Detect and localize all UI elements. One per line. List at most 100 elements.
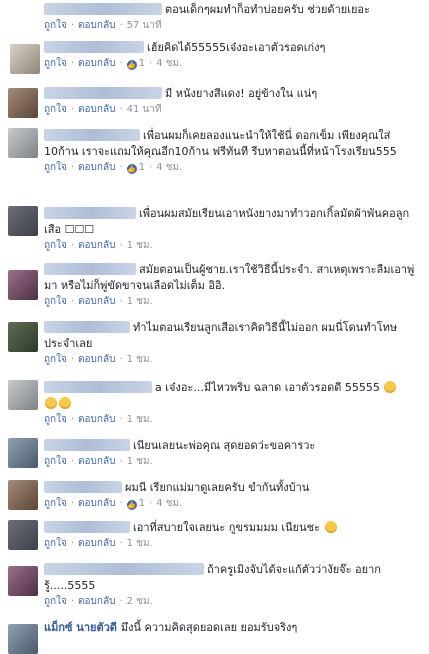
smile-emoji-icon <box>384 381 397 393</box>
reply-link[interactable]: ตอบกลับ <box>78 456 115 467</box>
blurred-name <box>44 41 144 53</box>
avatar[interactable] <box>10 44 40 74</box>
comment-text: มึงนี้ ความคิดสุดยอดเลย ยอมรับจริงๆ <box>120 621 298 634</box>
comment-body: ผมนี เรียกแม่มาดูเลยครับ ขำกันทั้งบ้าน ถ… <box>44 480 425 511</box>
like-link[interactable]: ถูกใจ <box>44 296 67 307</box>
comment-time[interactable]: 1 ชม. <box>127 354 153 365</box>
comment-text: เอาที่สบายใจเลยนะ กูขรมมมม เนียนชะ <box>133 521 321 534</box>
comment-body: a เจ๋งอะ...มีไหวพริบ ฉลาด เอาตัวรอดดี 55… <box>44 380 425 427</box>
blurred-name <box>44 521 130 533</box>
reply-link[interactable]: ตอบกลับ <box>78 20 115 31</box>
avatar[interactable] <box>8 128 38 158</box>
avatar[interactable] <box>8 624 38 654</box>
avatar[interactable] <box>8 380 38 410</box>
like-link[interactable]: ถูกใจ <box>44 104 67 115</box>
thumbs-up-icon: 👍 <box>126 500 137 510</box>
sad-emoji-icon <box>324 521 337 533</box>
avatar[interactable] <box>8 480 38 510</box>
comment-meta: ถูกใจ · ตอบกลับ · 1 ชม. <box>44 456 153 467</box>
thumbs-up-icon: 👍 <box>126 164 137 174</box>
comment-body: มี หนังยางสีแดง! อยู่ข้างใน แน่ๆ ถูกใจ · ต… <box>44 86 425 117</box>
blurred-name <box>44 207 136 219</box>
avatar[interactable] <box>8 206 38 236</box>
comment-text: เนียนเลยนะพ่อคุณ สุดยอดว่ะขอคารวะ <box>133 439 316 452</box>
comment-body: เพื่อนผมสมัยเรียนเอาหนังยางมาทำวอกเกิ้ลม… <box>44 206 425 253</box>
comment-time[interactable]: 41 นาที <box>127 104 162 115</box>
like-link[interactable]: ถูกใจ <box>44 498 67 509</box>
comment-body: ถ้าครูเมิงจับได้จะแก้ตัวว่างัยจ๊ะ อยากรู… <box>44 562 425 609</box>
comment-meta: ถูกใจ · ตอบกลับ · 57 นาที <box>44 20 162 31</box>
blurred-name <box>44 321 130 333</box>
blurred-name <box>44 263 136 275</box>
comment-meta: ถูกใจ · ตอบกลับ · 2 ชม. <box>44 596 153 607</box>
like-link[interactable]: ถูกใจ <box>44 20 67 31</box>
avatar[interactable] <box>8 88 38 118</box>
comment-meta: ถูกใจ · ตอบกลับ · 1 ชม. <box>44 240 153 251</box>
comment-text: เฮ้ยคิดได้55555เจ๋งอะเอาตัวรอดเก่งๆ <box>147 41 326 54</box>
comment-meta: ถูกใจ · ตอบกลับ · 41 นาที <box>44 104 162 115</box>
comment-feed: ตอนเด็กๆผมทำก็อทำบ่อยครับ ช่วยด้ายเยอะ ถ… <box>0 0 429 654</box>
like-link[interactable]: ถูกใจ <box>44 414 67 425</box>
comment-body: เฮ้ยคิดได้55555เจ๋งอะเอาตัวรอดเก่งๆ ถูกใ… <box>44 40 425 71</box>
reply-link[interactable]: ตอบกลับ <box>78 162 115 173</box>
comment-time[interactable]: 1 ชม. <box>127 240 153 251</box>
like-link[interactable]: ถูกใจ <box>44 58 67 69</box>
comment-text: ตอนเด็กๆผมทำก็อทำบ่อยครับ ช่วยด้ายเยอะ <box>165 3 370 16</box>
avatar[interactable] <box>8 438 38 468</box>
commenter-name[interactable]: แม็กซ์ นายตัวดี <box>44 621 117 634</box>
reaction-count[interactable]: 1 <box>139 58 145 69</box>
comment-time[interactable]: 57 นาที <box>127 20 162 31</box>
comment-body: สมัยตอนเป็นผู้ชาย.เราใช้วิธีนี้ประจำ. สา… <box>44 262 425 309</box>
avatar[interactable] <box>8 270 38 300</box>
like-link[interactable]: ถูกใจ <box>44 456 67 467</box>
comment-time[interactable]: 2 ชม. <box>127 596 153 607</box>
like-link[interactable]: ถูกใจ <box>44 354 67 365</box>
like-link[interactable]: ถูกใจ <box>44 240 67 251</box>
comment-meta: ถูกใจ · ตอบกลับ · 1 ชม. <box>44 296 153 307</box>
blurred-name <box>44 481 122 493</box>
blurred-name <box>44 381 152 393</box>
like-link[interactable]: ถูกใจ <box>44 596 67 607</box>
reply-link[interactable]: ตอบกลับ <box>78 296 115 307</box>
reply-link[interactable]: ตอบกลับ <box>78 104 115 115</box>
reply-link[interactable]: ตอบกลับ <box>78 354 115 365</box>
comment-time[interactable]: 1 ชม. <box>127 538 153 549</box>
comment-time[interactable]: 1 ชม. <box>127 296 153 307</box>
comment-meta: ถูกใจ · ตอบกลับ · 👍 1 · 4 ชม. <box>44 58 183 70</box>
comment-text: มี หนังยางสีแดง! อยู่ข้างใน แน่ๆ <box>165 87 318 100</box>
reply-link[interactable]: ตอบกลับ <box>78 498 115 509</box>
avatar[interactable] <box>8 566 38 596</box>
reply-link[interactable]: ตอบกลับ <box>78 58 115 69</box>
comment-body: แม็กซ์ นายตัวดี มึงนี้ ความคิดสุดยอดเลย ย… <box>44 620 425 636</box>
smile-emoji-icon <box>45 397 57 409</box>
comment-text: ผมนี เรียกแม่มาดูเลยครับ ขำกันทั้งบ้าน <box>125 481 310 494</box>
comment-time[interactable]: 4 ชม. <box>156 498 182 509</box>
comment-body: เอาที่สบายใจเลยนะ กูขรมมมม เนียนชะ ถูกใจ… <box>44 520 425 551</box>
comment-meta: ถูกใจ · ตอบกลับ · 1 ชม. <box>44 354 153 365</box>
avatar[interactable] <box>8 322 38 352</box>
blurred-name <box>44 439 130 451</box>
comment-meta: ถูกใจ · ตอบกลับ · 👍 1 · 4 ชม. <box>44 162 183 174</box>
reply-link[interactable]: ตอบกลับ <box>78 414 115 425</box>
reply-link[interactable]: ตอบกลับ <box>78 538 115 549</box>
comment-body: ตอนเด็กๆผมทำก็อทำบ่อยครับ ช่วยด้ายเยอะ ถ… <box>44 2 425 33</box>
reaction-count[interactable]: 1 <box>139 498 145 509</box>
avatar[interactable] <box>8 520 38 550</box>
blurred-name <box>44 129 140 141</box>
comment-time[interactable]: 1 ชม. <box>127 414 153 425</box>
like-link[interactable]: ถูกใจ <box>44 162 67 173</box>
blurred-name <box>44 563 204 575</box>
smile-emoji-icon <box>59 397 71 409</box>
blurred-name <box>44 87 162 99</box>
reaction-count[interactable]: 1 <box>139 162 145 173</box>
reply-link[interactable]: ตอบกลับ <box>78 240 115 251</box>
comment-time[interactable]: 4 ชม. <box>156 162 182 173</box>
comment-meta: ถูกใจ · ตอบกลับ · 1 ชม. <box>44 414 153 425</box>
comment-time[interactable]: 1 ชม. <box>127 456 153 467</box>
thumbs-up-icon: 👍 <box>126 60 137 70</box>
reply-link[interactable]: ตอบกลับ <box>78 596 115 607</box>
like-link[interactable]: ถูกใจ <box>44 538 67 549</box>
comment-meta: ถูกใจ · ตอบกลับ · 1 ชม. <box>44 538 153 549</box>
comment-body: เพื่อนผมก็เคยลองแนะนำให้ใช้นี่ ดอกเข็ม เ… <box>44 128 425 175</box>
comment-time[interactable]: 4 ชม. <box>156 58 182 69</box>
